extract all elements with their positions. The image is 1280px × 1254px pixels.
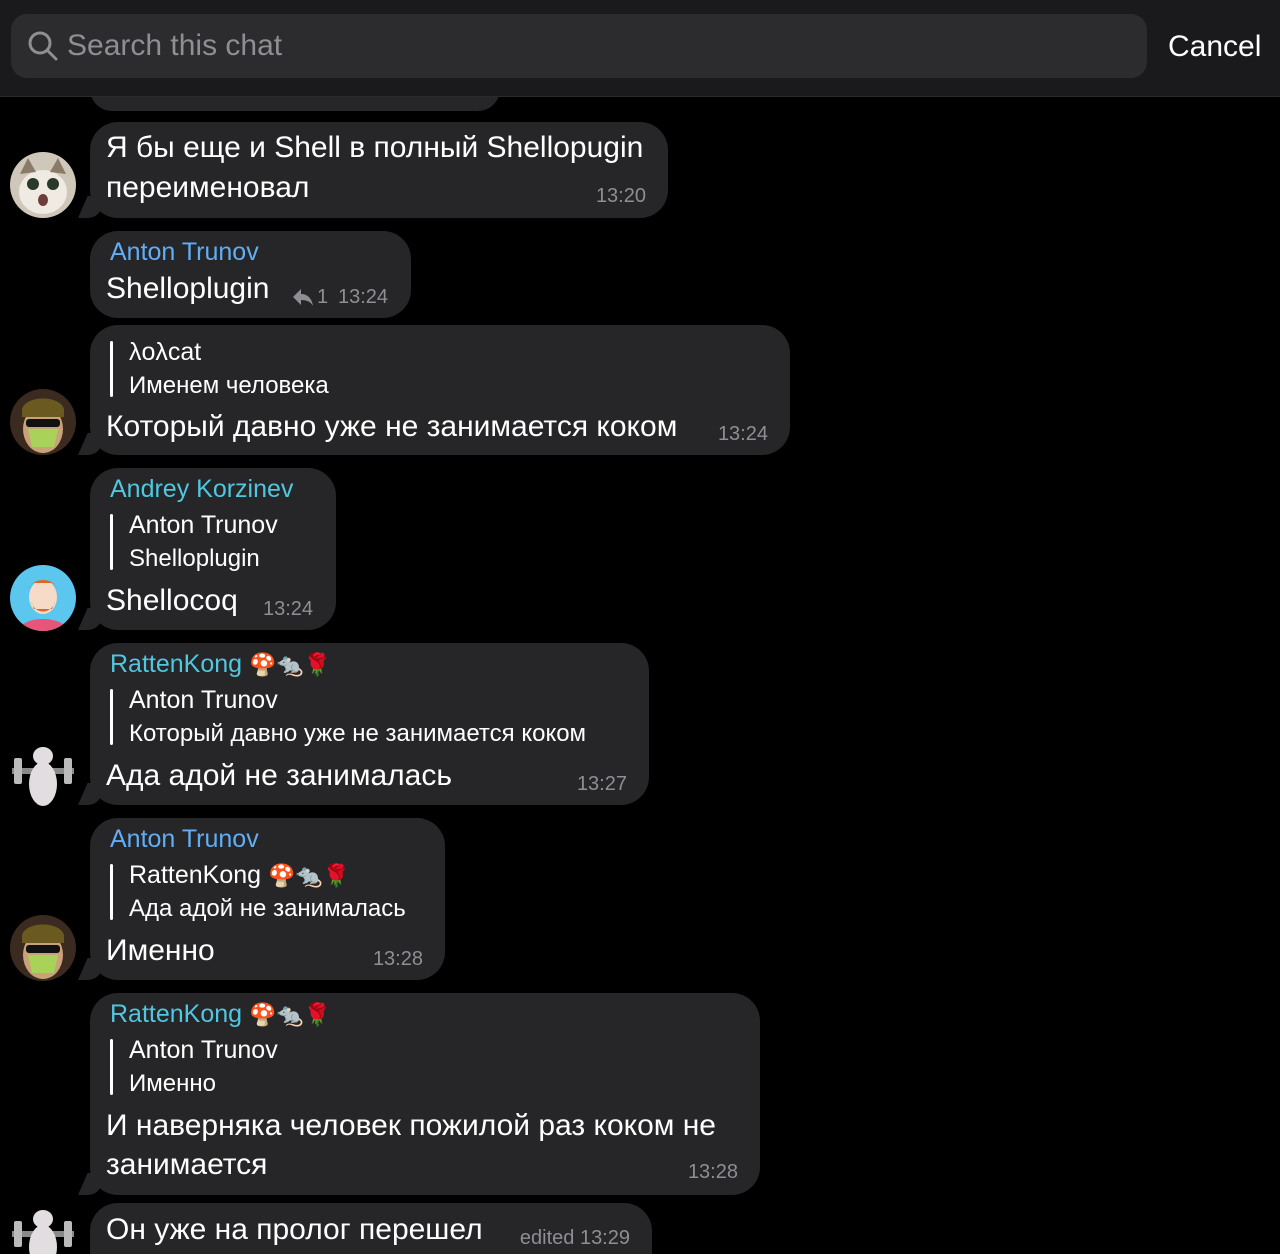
message-text: Shellocoq <box>106 584 238 617</box>
message-time: 13:20 <box>595 185 646 207</box>
message-bubble[interactable]: Он уже на пролог перешел edited 13:29 <box>90 1203 652 1254</box>
message-time: 13:24 <box>338 286 389 308</box>
message-time: 13:24 <box>717 423 768 445</box>
message-bubble[interactable]: RattenKong 🍄🐀🌹 Anton Trunov Который давн… <box>78 643 649 805</box>
message-bubble[interactable]: Andrey Korzinev Anton Trunov Shelloplugi… <box>78 468 336 630</box>
reply-arrow-icon[interactable] <box>292 287 314 307</box>
cancel-button[interactable]: Cancel <box>1168 30 1261 64</box>
avatar-cartoon[interactable] <box>10 565 76 631</box>
message-text: Ада адой не занималась <box>106 759 452 792</box>
message-text: Я бы еще и Shell в полный Shellopugin <box>106 131 644 164</box>
reply-text: Который давно уже не занимается коком <box>129 720 587 747</box>
reply-text: Shelloplugin <box>129 545 260 572</box>
reply-text: Именем человека <box>129 372 329 399</box>
sender-name[interactable]: Anton Trunov <box>110 237 259 267</box>
message-bubble[interactable]: Я бы еще и Shell в полный Shellopugin пе… <box>78 122 668 218</box>
sender-name[interactable]: Andrey Korzinev <box>110 474 293 504</box>
message-time: edited 13:29 <box>519 1227 630 1249</box>
message-text: Он уже на пролог перешел <box>106 1213 483 1246</box>
reply-count[interactable]: 1 <box>317 285 328 309</box>
message-list[interactable]: Я бы еще и Shell в полный Shellopugin пе… <box>0 97 1280 1254</box>
message-time: 13:24 <box>263 598 314 620</box>
reply-text: Ада адой не занималась <box>129 895 406 922</box>
message-text: занимается <box>106 1148 268 1181</box>
sender-name[interactable]: RattenKong 🍄🐀🌹 <box>110 999 331 1030</box>
message-time: 13:28 <box>687 1161 738 1183</box>
avatar-masked-user[interactable] <box>10 389 76 455</box>
avatar-rat[interactable] <box>10 1205 76 1254</box>
reply-author: λoλcat <box>129 338 202 366</box>
message-bubble[interactable]: Anton Trunov RattenKong 🍄🐀🌹 Ада адой не … <box>78 818 445 980</box>
avatar-masked-user[interactable] <box>10 915 76 981</box>
message-text: И наверняка человек пожилой раз коком не <box>106 1109 716 1142</box>
message-text: Который давно уже не занимается коком <box>106 410 678 443</box>
message-time: 13:27 <box>576 773 627 795</box>
search-icon <box>28 31 58 61</box>
avatar-rat[interactable] <box>10 742 76 808</box>
reply-author: Anton Trunov <box>129 511 278 539</box>
message-bubble-partial <box>90 97 500 111</box>
message-bubble[interactable]: RattenKong 🍄🐀🌹 Anton Trunov Именно И нав… <box>78 993 760 1195</box>
message-bubble[interactable]: Anton Trunov Shelloplugin 1 13:24 <box>90 231 411 318</box>
sender-name[interactable]: Anton Trunov <box>110 824 259 854</box>
reply-text: Именно <box>129 1070 216 1097</box>
message-text: переименовал <box>106 171 310 204</box>
message-text: Shelloplugin <box>106 272 270 305</box>
reply-author: Anton Trunov <box>129 686 278 714</box>
search-field[interactable] <box>11 14 1147 78</box>
avatar-cat[interactable] <box>10 152 76 218</box>
reply-author: Anton Trunov <box>129 1036 278 1064</box>
message-text: Именно <box>106 934 215 967</box>
search-input[interactable] <box>67 14 1127 78</box>
message-bubble[interactable]: λoλcat Именем человека Который давно уже… <box>78 325 790 455</box>
search-header: Cancel <box>0 0 1280 97</box>
sender-name[interactable]: RattenKong 🍄🐀🌹 <box>110 649 331 680</box>
reply-author: RattenKong 🍄🐀🌹 <box>129 861 351 889</box>
message-time: 13:28 <box>372 948 423 970</box>
